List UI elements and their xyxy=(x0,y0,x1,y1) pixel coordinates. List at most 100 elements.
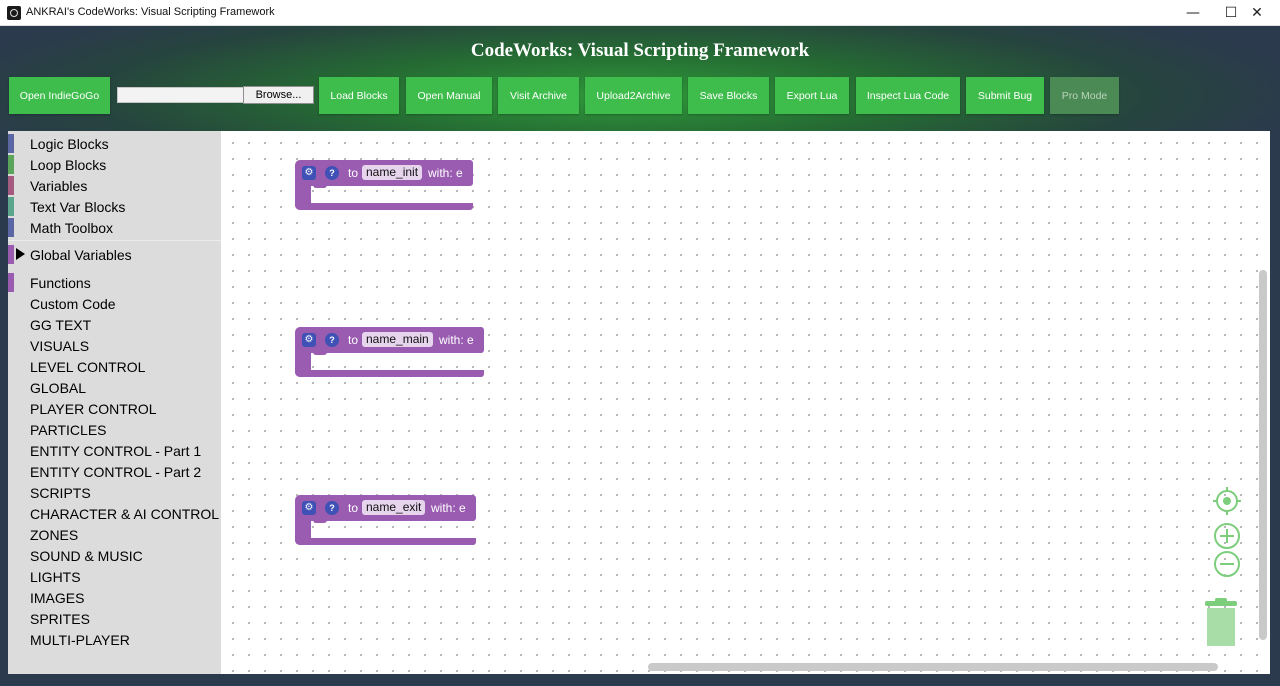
help-icon[interactable]: ? xyxy=(325,333,339,347)
category-loop-blocks[interactable]: Loop Blocks xyxy=(8,154,221,175)
category-global-variables[interactable]: Global Variables xyxy=(8,244,221,265)
category-label: SOUND & MUSIC xyxy=(30,548,143,564)
category-label: Custom Code xyxy=(30,296,116,312)
browse-button[interactable]: Browse... xyxy=(243,86,314,104)
category-label: Functions xyxy=(30,275,91,291)
trash-icon[interactable] xyxy=(1205,598,1237,646)
save-blocks-button[interactable]: Save Blocks xyxy=(688,77,769,114)
category-label: LIGHTS xyxy=(30,569,81,585)
help-icon[interactable]: ? xyxy=(325,166,339,180)
block-workspace[interactable] xyxy=(221,131,1270,674)
submit-bug-button[interactable]: Submit Bug xyxy=(966,77,1044,114)
category-zones[interactable]: ZONES xyxy=(8,524,221,545)
export-lua-button[interactable]: Export Lua xyxy=(775,77,849,114)
category-scripts[interactable]: SCRIPTS xyxy=(8,482,221,503)
category-label: Loop Blocks xyxy=(30,157,107,173)
pro-mode-button[interactable]: Pro Mode xyxy=(1050,77,1119,114)
category-label: Global Variables xyxy=(30,247,132,263)
category-label: CHARACTER & AI CONTROL xyxy=(30,506,220,522)
horizontal-scrollbar[interactable] xyxy=(648,663,1218,671)
app-icon xyxy=(7,6,21,20)
procedure-block-main[interactable]: ⚙ ? to name_main with: e xyxy=(295,327,484,377)
category-label: GG TEXT xyxy=(30,317,92,333)
category-label: VISUALS xyxy=(30,338,90,354)
close-button[interactable]: ✕ xyxy=(1234,0,1280,26)
gear-icon[interactable]: ⚙ xyxy=(302,501,316,515)
block-params: with: e xyxy=(439,333,474,347)
load-blocks-button[interactable]: Load Blocks xyxy=(319,77,399,114)
category-label: IMAGES xyxy=(30,590,85,606)
category-visuals[interactable]: VISUALS xyxy=(8,335,221,356)
category-math-toolbox[interactable]: Math Toolbox xyxy=(8,217,221,238)
category-logic-blocks[interactable]: Logic Blocks xyxy=(8,133,221,154)
category-color-bar xyxy=(8,273,14,292)
category-custom-code[interactable]: Custom Code xyxy=(8,293,221,314)
function-name-field[interactable]: name_init xyxy=(362,165,423,180)
category-entity-control-part-2[interactable]: ENTITY CONTROL - Part 2 xyxy=(8,461,221,482)
category-level-control[interactable]: LEVEL CONTROL xyxy=(8,356,221,377)
block-keyword: to xyxy=(348,333,359,347)
category-label: ENTITY CONTROL - Part 1 xyxy=(30,443,202,459)
gear-icon[interactable]: ⚙ xyxy=(302,333,316,347)
category-label: Math Toolbox xyxy=(30,220,114,236)
file-path-field[interactable] xyxy=(117,87,244,103)
category-sprites[interactable]: SPRITES xyxy=(8,608,221,629)
category-label: MULTI-PLAYER xyxy=(30,632,130,648)
category-label: Logic Blocks xyxy=(30,136,109,152)
category-label: Text Var Blocks xyxy=(30,199,126,215)
category-text-var-blocks[interactable]: Text Var Blocks xyxy=(8,196,221,217)
procedure-block-init[interactable]: ⚙ ? to name_init with: e xyxy=(295,160,473,210)
category-label: ENTITY CONTROL - Part 2 xyxy=(30,464,202,480)
category-label: SCRIPTS xyxy=(30,485,91,501)
category-entity-control-part-1[interactable]: ENTITY CONTROL - Part 1 xyxy=(8,440,221,461)
category-label: GLOBAL xyxy=(30,380,87,396)
help-icon[interactable]: ? xyxy=(325,501,339,515)
category-multi-player[interactable]: MULTI-PLAYER xyxy=(8,629,221,650)
block-params: with: e xyxy=(428,166,463,180)
category-sound-music[interactable]: SOUND & MUSIC xyxy=(8,545,221,566)
function-name-field[interactable]: name_exit xyxy=(362,500,426,515)
category-label: LEVEL CONTROL xyxy=(30,359,146,375)
category-color-bar xyxy=(8,176,14,195)
vertical-scrollbar[interactable] xyxy=(1259,270,1267,640)
category-lights[interactable]: LIGHTS xyxy=(8,566,221,587)
category-images[interactable]: IMAGES xyxy=(8,587,221,608)
category-label: Variables xyxy=(30,178,88,194)
window-titlebar: ANKRAI's CodeWorks: Visual Scripting Fra… xyxy=(0,0,1280,26)
category-character-ai-control[interactable]: CHARACTER & AI CONTROL xyxy=(8,503,221,524)
category-color-bar xyxy=(8,245,14,264)
upload2archive-button[interactable]: Upload2Archive xyxy=(585,77,682,114)
page-title: CodeWorks: Visual Scripting Framework xyxy=(470,40,810,61)
target-icon[interactable] xyxy=(1212,486,1242,516)
category-label: PLAYER CONTROL xyxy=(30,401,157,417)
category-divider xyxy=(8,240,221,241)
expand-arrow-icon[interactable] xyxy=(16,248,25,260)
plus-circle-icon[interactable] xyxy=(1213,522,1241,550)
category-color-bar xyxy=(8,218,14,237)
open-manual-button[interactable]: Open Manual xyxy=(406,77,492,114)
category-label: PARTICLES xyxy=(30,422,107,438)
inspect-lua-code-button[interactable]: Inspect Lua Code xyxy=(856,77,960,114)
category-functions[interactable]: Functions xyxy=(8,272,221,293)
category-player-control[interactable]: PLAYER CONTROL xyxy=(8,398,221,419)
category-color-bar xyxy=(8,155,14,174)
category-color-bar xyxy=(8,197,14,216)
category-variables[interactable]: Variables xyxy=(8,175,221,196)
category-gg-text[interactable]: GG TEXT xyxy=(8,314,221,335)
category-label: SPRITES xyxy=(30,611,90,627)
function-name-field[interactable]: name_main xyxy=(362,332,433,347)
window-title: ANKRAI's CodeWorks: Visual Scripting Fra… xyxy=(26,6,275,18)
category-label: ZONES xyxy=(30,527,79,543)
block-params: with: e xyxy=(431,501,466,515)
visit-archive-button[interactable]: Visit Archive xyxy=(498,77,579,114)
category-particles[interactable]: PARTICLES xyxy=(8,419,221,440)
gear-icon[interactable]: ⚙ xyxy=(302,166,316,180)
block-keyword: to xyxy=(348,166,359,180)
block-keyword: to xyxy=(348,501,359,515)
minus-circle-icon[interactable] xyxy=(1213,550,1241,578)
category-color-bar xyxy=(8,134,14,153)
open-indiegogo-button[interactable]: Open IndieGoGo xyxy=(9,77,110,114)
toolbox-sidebar: Logic Blocks Loop Blocks Variables Text … xyxy=(8,131,221,674)
procedure-block-exit[interactable]: ⚙ ? to name_exit with: e xyxy=(295,495,476,545)
category-global[interactable]: GLOBAL xyxy=(8,377,221,398)
